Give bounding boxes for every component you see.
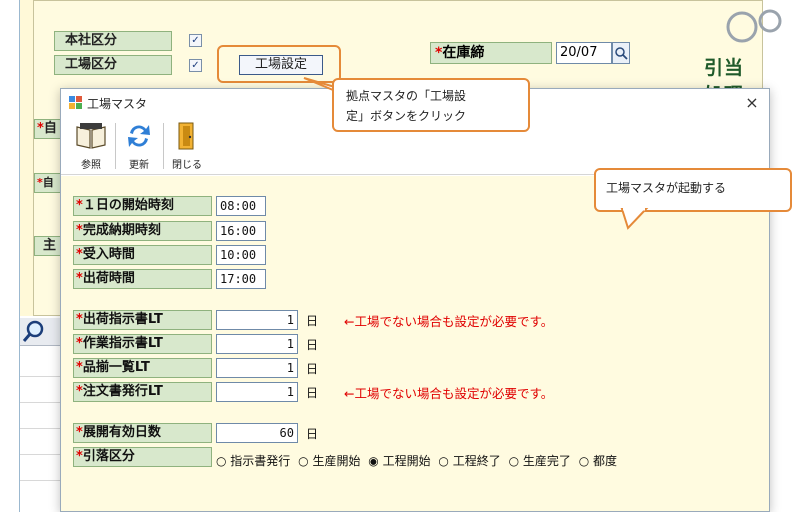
radio-option-production-complete[interactable]: ○ 生産完了 bbox=[509, 454, 573, 468]
field-label-shipping-time: *出荷時間 bbox=[73, 269, 212, 289]
note-required-1: ←工場でない場合も設定が必要です。 bbox=[344, 314, 554, 329]
factory-setting-button[interactable]: 工場設定 bbox=[239, 55, 323, 75]
radio-option-instruction-issue[interactable]: ○ 指示書発行 bbox=[216, 454, 292, 468]
close-window-button[interactable]: 閉じる bbox=[167, 119, 207, 173]
callout-click-line-2: 定」ボタンをクリック bbox=[346, 109, 467, 123]
reference-label: 参照 bbox=[81, 160, 101, 171]
receiving-time-input[interactable]: 10:00 bbox=[216, 245, 266, 265]
delivery-time-input[interactable]: 16:00 bbox=[216, 221, 266, 241]
head-office-label: 本社区分 bbox=[54, 31, 172, 51]
field-label-deduction: *引落区分 bbox=[73, 447, 212, 467]
reference-button[interactable]: 参照 bbox=[71, 119, 111, 173]
magnifier-icon[interactable] bbox=[20, 318, 48, 344]
field-label-shipping-instruction-lt: *出荷指示書LT bbox=[73, 310, 212, 330]
expand-days-input[interactable]: 60 bbox=[216, 423, 298, 443]
note-required-2: ←工場でない場合も設定が必要です。 bbox=[344, 386, 554, 401]
head-office-checkbox[interactable]: ✓ bbox=[189, 34, 202, 47]
field-label-assortment-list-lt: *品揃一覧LT bbox=[73, 358, 212, 378]
start-time-input[interactable]: 08:00 bbox=[216, 196, 266, 216]
stock-cutoff-input[interactable]: 20/07 bbox=[556, 42, 612, 64]
callout-click-line-1: 拠点マスタの「工場設 bbox=[346, 89, 467, 103]
deduction-radio-group: ○ 指示書発行 ○ 生産開始 ◉ 工程開始 ○ 工程終了 ○ 生産完了 ○ 都度 bbox=[216, 452, 621, 469]
background-search-bar[interactable] bbox=[20, 318, 62, 346]
stock-cutoff-search-icon[interactable] bbox=[612, 42, 630, 64]
field-label-delivery-time: *完成納期時刻 bbox=[73, 221, 212, 241]
shipping-time-input[interactable]: 17:00 bbox=[216, 269, 266, 289]
radio-option-process-end[interactable]: ○ 工程終了 bbox=[438, 454, 502, 468]
radio-option-each-time[interactable]: ○ 都度 bbox=[579, 454, 619, 468]
app-window-icon bbox=[69, 96, 82, 109]
unit-day-2: 日 bbox=[306, 338, 319, 352]
factory-division-checkbox[interactable]: ✓ bbox=[189, 59, 202, 72]
refresh-icon bbox=[128, 125, 150, 147]
callout-tail-2 bbox=[620, 208, 649, 230]
unit-day-3: 日 bbox=[306, 362, 319, 376]
callout-launch: 工場マスタが起動する bbox=[594, 168, 792, 212]
assortment-list-lt-input[interactable]: 1 bbox=[216, 358, 298, 378]
dialog-title: 工場マスタ bbox=[87, 97, 148, 111]
factory-division-label: 工場区分 bbox=[54, 55, 172, 75]
update-label: 更新 bbox=[129, 160, 149, 171]
field-label-expand-days: *展開有効日数 bbox=[73, 423, 212, 443]
shipping-instruction-lt-input[interactable]: 1 bbox=[216, 310, 298, 330]
factory-master-dialog: 工場マスタ × 参照 更新 閉じる *１日の開始時刻 08:00 *完成納期時刻… bbox=[60, 88, 770, 512]
field-label-start-time: *１日の開始時刻 bbox=[73, 196, 212, 216]
work-instruction-lt-input[interactable]: 1 bbox=[216, 334, 298, 354]
update-button[interactable]: 更新 bbox=[119, 119, 159, 173]
callout-click-button: 拠点マスタの「工場設 定」ボタンをクリック bbox=[332, 78, 530, 132]
radio-option-process-start[interactable]: ◉ 工程開始 bbox=[368, 454, 432, 468]
unit-day-1: 日 bbox=[306, 314, 319, 328]
unit-day-4: 日 bbox=[306, 386, 319, 400]
gear-decoration-icon bbox=[726, 9, 782, 43]
close-icon[interactable]: × bbox=[741, 92, 763, 114]
field-label-order-issue-lt: *注文書発行LT bbox=[73, 382, 212, 402]
book-icon bbox=[76, 123, 106, 149]
order-issue-lt-input[interactable]: 1 bbox=[216, 382, 298, 402]
unit-day-5: 日 bbox=[306, 427, 319, 441]
field-label-work-instruction-lt: *作業指示書LT bbox=[73, 334, 212, 354]
door-exit-icon bbox=[178, 122, 194, 150]
close-window-label: 閉じる bbox=[172, 160, 202, 171]
radio-option-production-start[interactable]: ○ 生産開始 bbox=[298, 454, 362, 468]
field-label-receiving-time: *受入時間 bbox=[73, 245, 212, 265]
stock-cutoff-label: *在庫締 bbox=[430, 42, 552, 64]
